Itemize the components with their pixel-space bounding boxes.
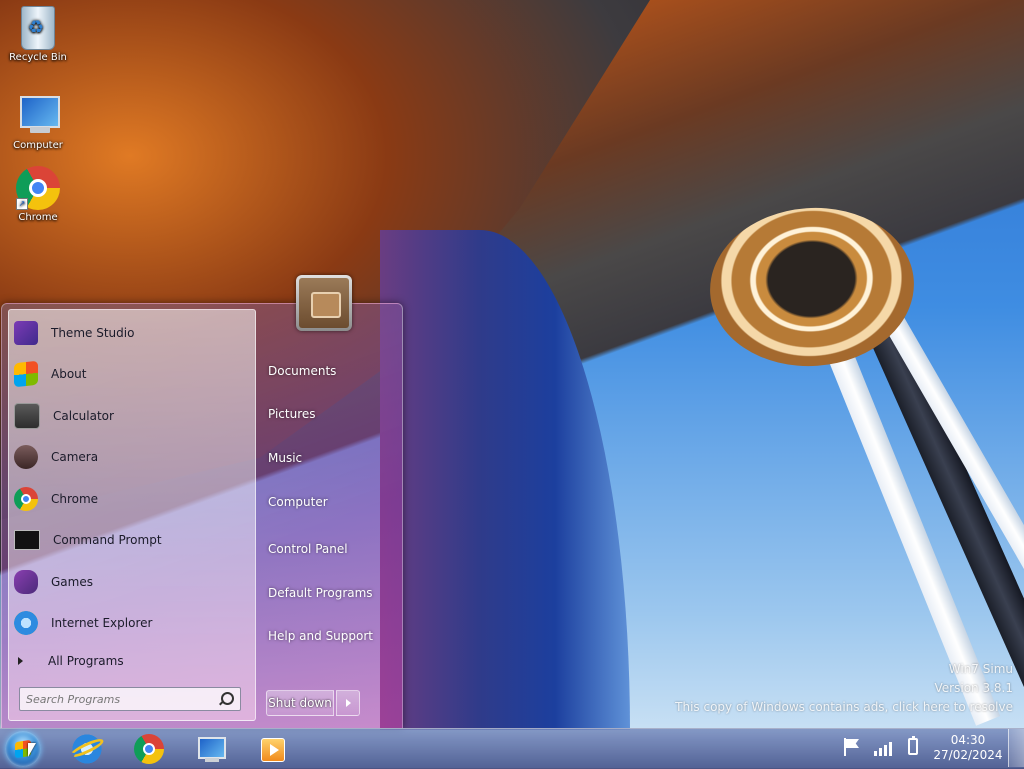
command-prompt-icon — [14, 530, 40, 550]
network-signal-icon[interactable] — [874, 738, 896, 756]
computer-icon — [16, 94, 60, 138]
search-input[interactable] — [20, 688, 222, 711]
desktop-icon-computer[interactable]: Computer — [6, 94, 70, 151]
chevron-right-icon — [18, 657, 23, 665]
link-documents[interactable]: Documents — [268, 364, 336, 378]
taskbar-internet-explorer-icon[interactable] — [72, 734, 102, 764]
chrome-icon: ↗ — [16, 166, 60, 210]
program-label: Camera — [51, 450, 99, 464]
taskbar-media-player-icon[interactable] — [258, 734, 288, 764]
show-desktop-button[interactable] — [1008, 729, 1024, 767]
search-programs-box[interactable] — [19, 687, 241, 711]
link-help-and-support[interactable]: Help and Support — [268, 629, 373, 643]
watermark-title: Win7 Simu — [948, 662, 1013, 676]
clock-date: 27/02/2024 — [933, 748, 1003, 762]
desktop-icon-chrome[interactable]: ↗ Chrome — [6, 166, 70, 223]
program-label: Games — [51, 575, 93, 589]
desktop-icon-label: Computer — [13, 140, 63, 151]
watermark-notice[interactable]: This copy of Windows contains ads, click… — [675, 698, 1013, 717]
program-chrome[interactable]: Chrome — [14, 482, 250, 516]
desktop-icon-label: Chrome — [18, 212, 58, 223]
link-music[interactable]: Music — [268, 451, 302, 465]
windows-logo-icon — [14, 360, 38, 388]
internet-explorer-icon — [14, 611, 38, 635]
link-pictures[interactable]: Pictures — [268, 407, 316, 421]
program-calculator[interactable]: Calculator — [14, 399, 250, 433]
program-label: Calculator — [53, 409, 114, 423]
program-label: Command Prompt — [53, 533, 162, 547]
taskbar-clock[interactable]: 04:30 27/02/2024 — [930, 733, 1006, 763]
desktop-icon-label: Recycle Bin — [9, 52, 67, 63]
all-programs-link[interactable]: All Programs — [18, 654, 124, 668]
link-default-programs[interactable]: Default Programs — [268, 586, 373, 600]
all-programs-label: All Programs — [48, 654, 124, 668]
program-label: Theme Studio — [51, 326, 135, 340]
search-icon[interactable] — [221, 692, 234, 705]
program-camera[interactable]: Camera — [14, 440, 250, 474]
camera-icon — [14, 445, 38, 469]
mouse-cursor-icon — [28, 743, 36, 757]
battery-icon[interactable] — [908, 736, 918, 755]
activation-watermark[interactable]: Win7 Simu Version 3.8.1 This copy of Win… — [675, 660, 1013, 717]
program-label: Chrome — [51, 492, 99, 506]
user-avatar-icon — [299, 278, 349, 328]
wallpaper-curved-wall — [380, 230, 630, 730]
program-games[interactable]: Games — [14, 565, 250, 599]
desktop-icon-recycle-bin[interactable]: Recycle Bin — [6, 6, 70, 63]
program-label: Internet Explorer — [51, 616, 153, 630]
program-theme-studio[interactable]: Theme Studio — [14, 316, 250, 350]
link-computer[interactable]: Computer — [268, 495, 328, 509]
link-control-panel[interactable]: Control Panel — [268, 542, 348, 556]
taskbar-computer-icon[interactable] — [196, 734, 226, 764]
program-internet-explorer[interactable]: Internet Explorer — [14, 606, 250, 640]
clock-time: 04:30 — [950, 733, 986, 747]
shutdown-options-button[interactable] — [336, 690, 360, 716]
user-picture[interactable] — [296, 275, 352, 331]
program-command-prompt[interactable]: Command Prompt — [14, 523, 250, 557]
taskbar-chrome-icon[interactable] — [134, 734, 164, 764]
action-center-flag-icon[interactable] — [842, 738, 860, 756]
watermark-version: Version 3.8.1 — [934, 681, 1013, 695]
shutdown-button[interactable]: Shut down — [266, 690, 334, 716]
program-label: About — [51, 367, 87, 381]
chrome-icon — [14, 487, 38, 511]
shortcut-arrow-icon: ↗ — [16, 198, 28, 210]
theme-studio-icon — [14, 321, 38, 345]
program-about[interactable]: About — [14, 357, 250, 391]
calculator-icon — [14, 403, 40, 429]
games-icon — [14, 570, 38, 594]
recycle-bin-icon — [21, 6, 55, 50]
